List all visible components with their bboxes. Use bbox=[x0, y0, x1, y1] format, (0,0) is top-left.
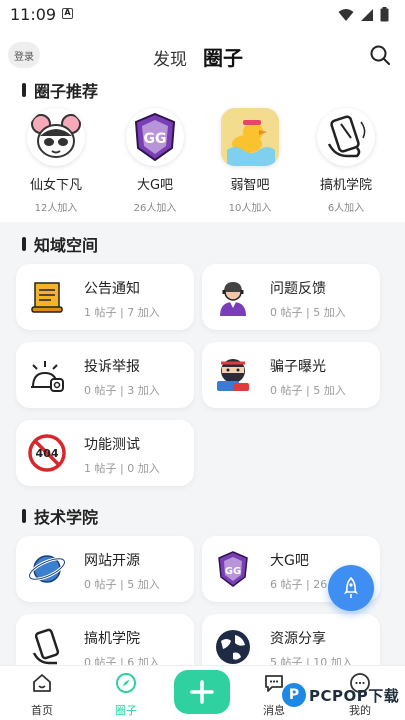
planet-icon bbox=[26, 548, 68, 590]
recommend-item-silly[interactable]: 弱智吧 10人加入 bbox=[210, 108, 290, 214]
card-title: 资源分享 bbox=[270, 631, 326, 647]
card-hack-academy[interactable]: 搞机学院 0 帖子 | 6 加入 bbox=[16, 614, 194, 665]
recommend-item-name: 大G吧 bbox=[136, 178, 174, 193]
gg-shield-icon: GG bbox=[212, 548, 254, 590]
card-meta: 5 帖子 | 10 加入 bbox=[270, 656, 353, 665]
card-meta: 0 帖子 | 5 加入 bbox=[270, 306, 346, 319]
pcpop-watermark: P PCPOP下载 bbox=[282, 683, 399, 707]
top-header: 登录 发现 圈子 bbox=[0, 30, 405, 82]
recommend-item-count: 26人加入 bbox=[133, 203, 177, 214]
card-title: 公告通知 bbox=[84, 281, 140, 297]
section-marker bbox=[22, 237, 26, 251]
knowledge-title: 知域空间 bbox=[22, 232, 98, 256]
recommend-title-text: 圈子推荐 bbox=[34, 82, 99, 101]
card-meta: 0 帖子 | 5 加入 bbox=[270, 384, 346, 397]
duck-bath-icon bbox=[221, 108, 279, 166]
svg-text:GG: GG bbox=[144, 131, 167, 147]
card-title: 投诉举报 bbox=[84, 359, 140, 375]
card-open-source[interactable]: 网站开源 0 帖子 | 5 加入 bbox=[16, 536, 194, 602]
pcpop-text: PCPOP下载 bbox=[309, 686, 400, 705]
ninja-icon bbox=[212, 354, 254, 396]
recommend-title: 圈子推荐 bbox=[22, 82, 98, 102]
no-404-icon: 404 bbox=[26, 432, 68, 474]
recommend-item-count: 6人加入 bbox=[327, 203, 365, 214]
phone-hand-icon bbox=[317, 108, 375, 166]
status-icons bbox=[338, 7, 389, 22]
recommend-item-hack[interactable]: 搞机学院 6人加入 bbox=[306, 108, 386, 214]
login-button[interactable]: 登录 bbox=[8, 42, 40, 68]
battery-icon bbox=[380, 7, 389, 22]
status-bar: 11:09 A bbox=[0, 0, 405, 30]
card-title: 搞机学院 bbox=[84, 631, 140, 647]
gg-shield-icon: GG bbox=[126, 108, 184, 166]
nav-home-label: 首页 bbox=[31, 704, 53, 717]
recommend-item-name: 弱智吧 bbox=[230, 178, 270, 193]
section-marker bbox=[22, 509, 26, 523]
compass-icon bbox=[116, 673, 136, 693]
card-report[interactable]: 投诉举报 0 帖子 | 3 加入 bbox=[16, 342, 194, 408]
phone-hand-icon bbox=[26, 626, 68, 665]
home-icon bbox=[33, 674, 51, 692]
svg-text:404: 404 bbox=[36, 447, 59, 460]
recommend-item-gg[interactable]: GG 大G吧 26人加入 bbox=[115, 108, 195, 214]
card-title: 骗子曝光 bbox=[270, 359, 326, 375]
tab-circle[interactable]: 圈子 bbox=[203, 42, 243, 71]
report-icon bbox=[26, 354, 68, 396]
rocket-button[interactable] bbox=[328, 565, 374, 611]
rocket-icon bbox=[344, 577, 358, 598]
card-meta: 1 帖子 | 7 加入 bbox=[84, 306, 160, 319]
scroll-icon bbox=[26, 276, 68, 318]
support-agent-icon bbox=[212, 276, 254, 318]
pcpop-logo-icon: P bbox=[282, 683, 306, 707]
signal-icon bbox=[361, 8, 373, 21]
wifi-icon bbox=[338, 8, 354, 21]
nav-circle-label: 圈子 bbox=[115, 704, 137, 717]
card-announcement[interactable]: 公告通知 1 帖子 | 7 加入 bbox=[16, 264, 194, 330]
recommend-item-count: 12人加入 bbox=[34, 203, 78, 214]
knowledge-title-text: 知域空间 bbox=[34, 236, 99, 255]
card-meta: 0 帖子 | 6 加入 bbox=[84, 656, 160, 665]
plus-icon bbox=[190, 680, 214, 704]
recommend-item-fairy[interactable]: 仙女下凡 12人加入 bbox=[16, 108, 96, 214]
card-title: 大G吧 bbox=[270, 553, 309, 569]
recommend-item-name: 搞机学院 bbox=[319, 178, 372, 193]
card-title: 功能测试 bbox=[84, 437, 140, 453]
add-post-button[interactable] bbox=[174, 670, 230, 714]
tech-title-text: 技术学院 bbox=[34, 508, 99, 527]
card-meta: 0 帖子 | 5 加入 bbox=[84, 578, 160, 591]
recommend-item-name: 仙女下凡 bbox=[29, 178, 82, 193]
nav-circle[interactable]: 圈子 bbox=[96, 672, 156, 718]
status-time: 11:09 bbox=[10, 5, 57, 24]
card-title: 网站开源 bbox=[84, 553, 140, 569]
card-scam-exposure[interactable]: 骗子曝光 0 帖子 | 5 加入 bbox=[202, 342, 380, 408]
card-function-test[interactable]: 404 功能测试 1 帖子 | 0 加入 bbox=[16, 420, 194, 486]
tab-discover[interactable]: 发现 bbox=[153, 45, 187, 70]
recommend-section: 圈子推荐 仙女下凡 12人加入 GG 大G吧 26人加入 弱智吧 10人加入 搞… bbox=[0, 82, 405, 222]
card-resource-share[interactable]: 资源分享 5 帖子 | 10 加入 bbox=[202, 614, 380, 665]
svg-text:GG: GG bbox=[225, 566, 241, 577]
section-marker bbox=[22, 83, 26, 97]
tech-title: 技术学院 bbox=[22, 504, 98, 528]
nav-home[interactable]: 首页 bbox=[12, 672, 72, 718]
card-meta: 0 帖子 | 3 加入 bbox=[84, 384, 160, 397]
card-meta: 1 帖子 | 0 加入 bbox=[84, 462, 160, 475]
search-icon[interactable] bbox=[369, 44, 391, 66]
notification-a-icon: A bbox=[62, 8, 73, 19]
card-title: 问题反馈 bbox=[270, 281, 326, 297]
recommend-item-count: 10人加入 bbox=[228, 203, 272, 214]
card-feedback[interactable]: 问题反馈 0 帖子 | 5 加入 bbox=[202, 264, 380, 330]
globe-icon bbox=[212, 626, 254, 665]
panda-girl-icon bbox=[27, 108, 85, 166]
